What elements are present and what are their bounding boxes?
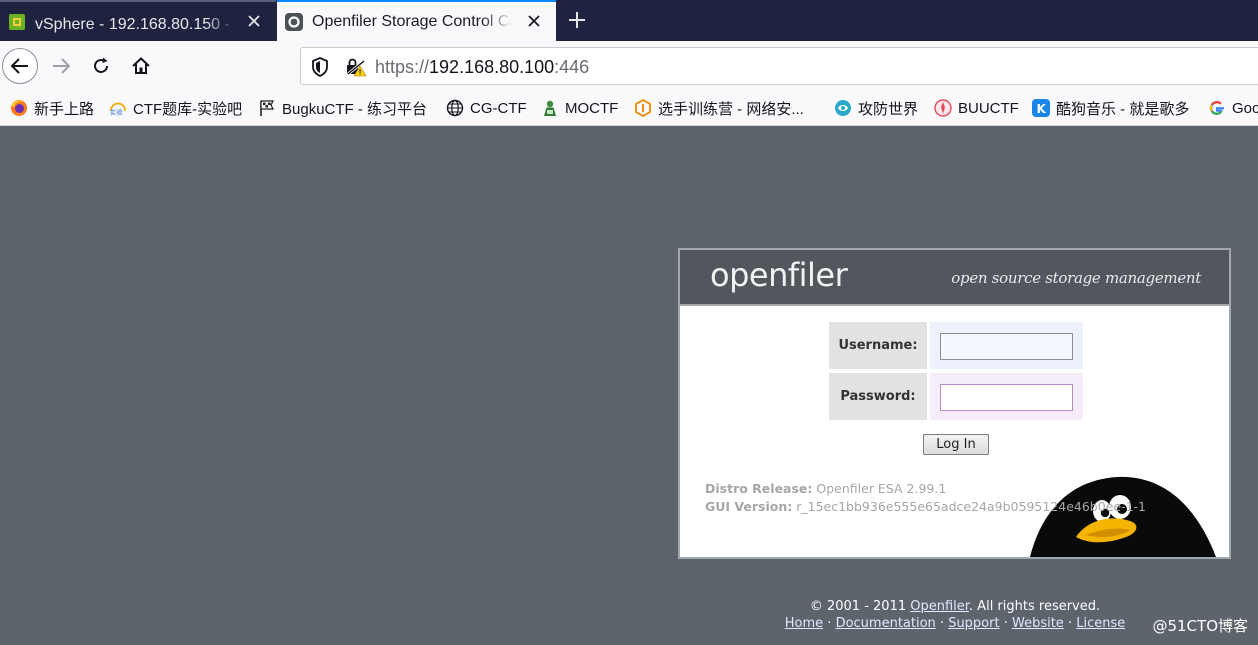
separator: · — [1063, 616, 1077, 631]
separator: · — [823, 616, 836, 631]
url-bar[interactable]: https://192.168.80.100:446 — [300, 47, 1258, 85]
url-text: https://192.168.80.100:446 — [375, 57, 589, 78]
license-link[interactable]: License — [1076, 616, 1125, 631]
website-link[interactable]: Website — [1012, 616, 1064, 631]
bookmark-item[interactable]: CG-CTF — [446, 98, 527, 118]
footer-links: Home · Documentation · Support · Website… — [780, 615, 1130, 632]
login-panel: openfiler open source storage management… — [678, 248, 1231, 559]
bookmark-item[interactable]: Goo — [1208, 98, 1258, 118]
insecure-lock-warning-icon[interactable] — [345, 57, 367, 81]
username-input[interactable] — [940, 333, 1073, 360]
password-input[interactable] — [940, 384, 1073, 411]
back-arrow-icon[interactable] — [2, 48, 38, 84]
bookmark-label: 选手训练营 - 网络安... — [658, 100, 804, 118]
tab-title: Openfiler Storage Control Center — [312, 12, 512, 30]
bookmark-label: BUUCTF — [958, 99, 1019, 117]
bookmark-item[interactable]: BugkuCTF - 练习平台 — [258, 98, 427, 118]
watermark: @51CTO博客 — [1152, 617, 1248, 635]
tagline: open source storage management — [951, 269, 1201, 287]
distro-release-key: Distro Release: — [705, 481, 813, 496]
bookmark-item[interactable]: K 酷狗音乐 - 就是歌多 — [1032, 98, 1189, 118]
bookmark-label: 新手上路 — [34, 100, 95, 118]
bookmark-item[interactable]: 实验 CTF题库-实验吧 — [109, 98, 242, 118]
kugou-icon: K — [1032, 99, 1050, 117]
home-link[interactable]: Home — [785, 616, 823, 631]
close-tab-icon[interactable] — [526, 13, 542, 29]
bookmark-label: 攻防世界 — [858, 100, 919, 118]
firefox-icon — [10, 99, 28, 117]
bookmark-label: BugkuCTF - 练习平台 — [282, 100, 428, 118]
url-port: :446 — [554, 57, 590, 77]
tab-openfiler[interactable]: Openfiler Storage Control Center — [277, 0, 556, 41]
separator: · — [999, 616, 1012, 631]
home-icon[interactable] — [123, 48, 159, 84]
adworld-icon — [834, 99, 852, 117]
moctf-icon — [541, 99, 559, 117]
reload-icon[interactable] — [83, 48, 119, 84]
new-tab-plus-icon[interactable] — [566, 9, 588, 31]
separator: · — [935, 616, 949, 631]
bookmarks-toolbar: 新手上路 实验 CTF题库-实验吧 BugkuCTF - 练习平台 CG-CTF… — [0, 91, 1258, 126]
openfiler-logo: openfiler — [710, 256, 848, 294]
bookmark-item[interactable]: 新手上路 — [10, 98, 94, 118]
tab-vsphere[interactable]: vSphere - 192.168.80.150 - 虚 — [0, 0, 276, 41]
globe-icon — [446, 99, 464, 117]
tux-penguin-image — [1030, 475, 1216, 557]
forward-arrow-icon[interactable] — [43, 48, 79, 84]
copyright-line: © 2001 - 2011 Openfiler. All rights rese… — [780, 598, 1130, 615]
bookmark-label: CG-CTF — [470, 99, 527, 117]
copyright-suffix: . All rights reserved. — [968, 599, 1101, 614]
gui-version-value: r_15ec1bb936e555e65adce24a9b0595124e46b0… — [796, 499, 1147, 514]
gui-version-line: GUI Version: r_15ec1bb936e555e65adce24a9… — [705, 499, 1146, 514]
bookmark-item[interactable]: 攻防世界 — [834, 98, 918, 118]
password-cell — [930, 373, 1083, 420]
page-footer: © 2001 - 2011 Openfiler. All rights rese… — [780, 598, 1130, 632]
bookmark-item[interactable]: 选手训练营 - 网络安... — [634, 98, 804, 118]
documentation-link[interactable]: Documentation — [836, 616, 936, 631]
svg-text:K: K — [1037, 102, 1047, 116]
vsphere-icon — [8, 13, 26, 31]
svg-text:实验: 实验 — [110, 107, 123, 116]
bookmark-item[interactable]: MOCTF — [541, 98, 618, 118]
bookmark-label: Goo — [1232, 99, 1258, 117]
buuctf-icon — [934, 99, 952, 117]
bookmark-label: CTF题库-实验吧 — [133, 100, 243, 118]
openfiler-tab-icon — [285, 12, 303, 31]
panel-header: openfiler open source storage management — [680, 250, 1229, 306]
shiyanba-icon: 实验 — [109, 99, 127, 117]
url-host: 192.168.80.100 — [429, 57, 555, 77]
copyright-prefix: © 2001 - 2011 — [809, 599, 911, 614]
url-scheme: https:// — [375, 57, 430, 77]
tab-title: vSphere - 192.168.80.150 - 虚 — [35, 15, 235, 33]
password-label: Password: — [829, 373, 927, 420]
browser-tab-strip: vSphere - 192.168.80.150 - 虚 Openfiler S… — [0, 0, 1258, 41]
bookmark-label: MOCTF — [565, 99, 619, 117]
flag-icon — [258, 99, 276, 117]
username-cell — [930, 322, 1083, 369]
openfiler-link[interactable]: Openfiler — [910, 599, 969, 614]
close-tab-icon[interactable] — [246, 13, 262, 29]
bookmark-label: 酷狗音乐 - 就是歌多 — [1056, 100, 1190, 118]
login-button[interactable]: Log In — [923, 434, 989, 455]
distro-release-value: Openfiler ESA 2.99.1 — [816, 481, 947, 496]
browser-navigation-bar: https://192.168.80.100:446 — [0, 41, 1258, 91]
google-icon — [1208, 99, 1226, 117]
ichunqiu-icon — [634, 99, 652, 117]
support-link[interactable]: Support — [948, 616, 999, 631]
tracking-shield-icon[interactable] — [311, 57, 329, 81]
distro-release-line: Distro Release: Openfiler ESA 2.99.1 — [705, 481, 946, 496]
username-label: Username: — [829, 322, 927, 369]
bookmark-item[interactable]: BUUCTF — [934, 98, 1019, 118]
gui-version-key: GUI Version: — [705, 499, 793, 514]
